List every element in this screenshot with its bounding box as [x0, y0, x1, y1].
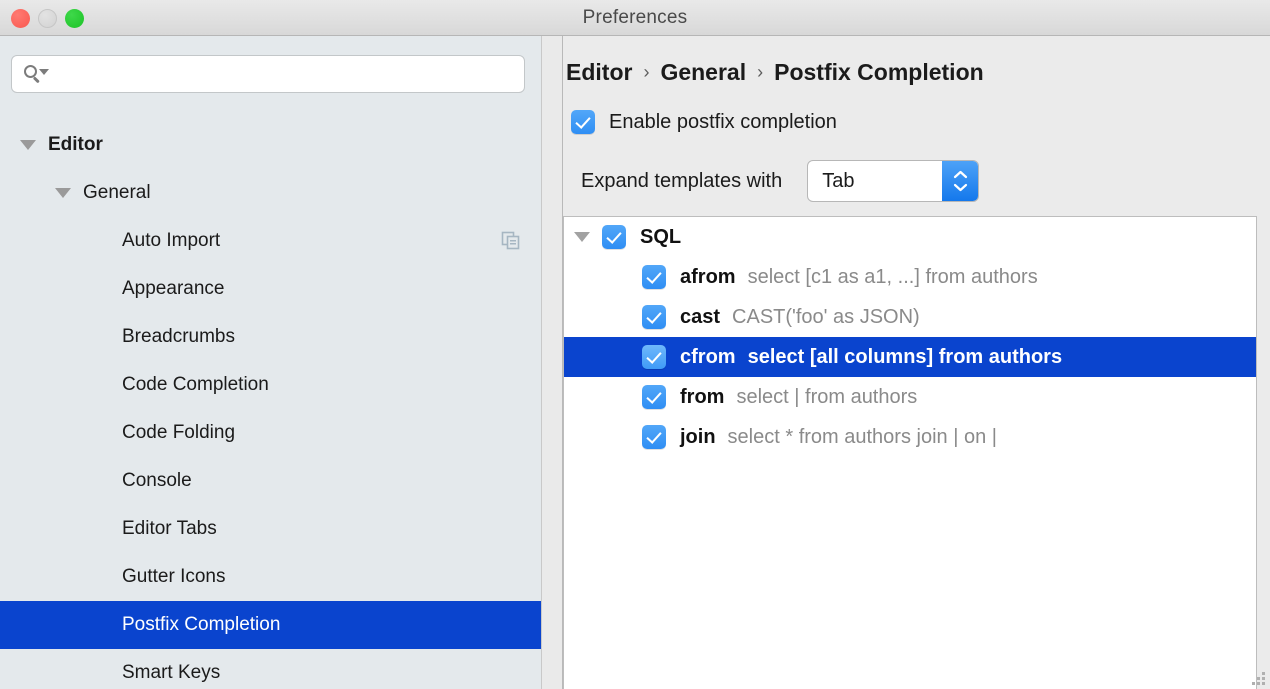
- template-group-row[interactable]: SQL: [564, 217, 1256, 257]
- sidebar-item-breadcrumbs[interactable]: Breadcrumbs: [0, 313, 541, 361]
- template-checkbox[interactable]: [642, 305, 666, 329]
- expand-templates-select[interactable]: Tab: [807, 160, 979, 202]
- template-key: cast: [680, 306, 720, 329]
- sidebar-tree: Editor General Auto Import Appearance Breadc…: [0, 121, 541, 689]
- template-checkbox[interactable]: [642, 265, 666, 289]
- sidebar-item-label: General: [83, 182, 151, 204]
- template-row[interactable]: cfrom select [all columns] from authors: [564, 337, 1256, 377]
- template-description: select | from authors: [736, 386, 917, 409]
- settings-detail-panel: Editor › General › Postfix Completion Enable…: [563, 36, 1270, 689]
- sidebar-item-code-completion[interactable]: Code Completion: [0, 361, 541, 409]
- window-title: Preferences: [0, 0, 1270, 36]
- chevron-up-icon: [953, 170, 968, 179]
- templates-tree-panel[interactable]: SQL afrom select [c1 as a1, ...] from auth…: [563, 216, 1257, 689]
- panel-splitter[interactable]: [541, 36, 563, 689]
- sidebar-item-appearance[interactable]: Appearance: [0, 265, 541, 313]
- sidebar-item-label: Auto Import: [122, 230, 220, 252]
- expand-templates-row: Expand templates with Tab: [581, 160, 979, 202]
- template-row[interactable]: cast CAST('foo' as JSON): [564, 297, 1256, 337]
- template-row[interactable]: from select | from authors: [564, 377, 1256, 417]
- resize-grip[interactable]: [1252, 672, 1266, 686]
- breadcrumb-item[interactable]: General: [660, 59, 746, 86]
- disclosure-triangle-icon[interactable]: [20, 140, 36, 150]
- enable-postfix-checkbox[interactable]: [571, 110, 595, 134]
- expand-templates-value: Tab: [808, 170, 854, 193]
- stepper-arrows-icon[interactable]: [942, 161, 978, 201]
- sidebar-item-auto-import[interactable]: Auto Import: [0, 217, 541, 265]
- breadcrumb-item[interactable]: Editor: [566, 59, 632, 86]
- copy-icon[interactable]: [501, 231, 521, 251]
- template-checkbox[interactable]: [642, 425, 666, 449]
- template-key: from: [680, 386, 724, 409]
- template-row[interactable]: join select * from authors join | on |: [564, 417, 1256, 457]
- sidebar-item-label: Breadcrumbs: [122, 326, 235, 348]
- templates-list: SQL afrom select [c1 as a1, ...] from auth…: [564, 217, 1256, 457]
- chevron-down-icon: [953, 183, 968, 192]
- sidebar-item-editor[interactable]: Editor: [0, 121, 541, 169]
- breadcrumb: Editor › General › Postfix Completion: [566, 55, 984, 89]
- template-description: select [all columns] from authors: [748, 346, 1063, 369]
- breadcrumb-separator: ›: [643, 62, 649, 83]
- sidebar-item-editor-tabs[interactable]: Editor Tabs: [0, 505, 541, 553]
- template-group-name: SQL: [640, 226, 681, 249]
- sidebar-item-postfix-completion[interactable]: Postfix Completion: [0, 601, 541, 649]
- template-key: afrom: [680, 266, 736, 289]
- breadcrumb-separator: ›: [757, 62, 763, 83]
- sidebar-item-label: Code Completion: [122, 374, 269, 396]
- template-description: select * from authors join | on |: [728, 426, 997, 449]
- sidebar-item-label: Gutter Icons: [122, 566, 226, 588]
- sidebar-item-code-folding[interactable]: Code Folding: [0, 409, 541, 457]
- sidebar-item-label: Editor: [48, 134, 103, 156]
- sidebar-item-gutter-icons[interactable]: Gutter Icons: [0, 553, 541, 601]
- breadcrumb-item[interactable]: Postfix Completion: [774, 59, 984, 86]
- disclosure-triangle-icon[interactable]: [574, 232, 590, 242]
- template-description: CAST('foo' as JSON): [732, 306, 920, 329]
- preferences-window: Preferences Editor General Auto Import Appe…: [0, 0, 1270, 689]
- template-checkbox[interactable]: [642, 385, 666, 409]
- disclosure-triangle-icon[interactable]: [55, 188, 71, 198]
- sidebar-item-console[interactable]: Console: [0, 457, 541, 505]
- enable-postfix-label: Enable postfix completion: [609, 111, 837, 134]
- sidebar-item-label: Appearance: [122, 278, 224, 300]
- template-group-checkbox[interactable]: [602, 225, 626, 249]
- template-checkbox[interactable]: [642, 345, 666, 369]
- title-bar: Preferences: [0, 0, 1270, 36]
- sidebar-item-smart-keys[interactable]: Smart Keys: [0, 649, 541, 689]
- template-key: join: [680, 426, 716, 449]
- template-key: cfrom: [680, 346, 736, 369]
- sidebar-item-label: Smart Keys: [122, 662, 220, 684]
- sidebar-item-label: Postfix Completion: [122, 614, 280, 636]
- enable-postfix-row[interactable]: Enable postfix completion: [571, 110, 837, 134]
- sidebar-item-label: Console: [122, 470, 192, 492]
- template-row[interactable]: afrom select [c1 as a1, ...] from authors: [564, 257, 1256, 297]
- settings-sidebar: Editor General Auto Import Appearance Breadc…: [0, 36, 541, 689]
- template-description: select [c1 as a1, ...] from authors: [748, 266, 1038, 289]
- search-input[interactable]: [44, 56, 524, 92]
- expand-templates-label: Expand templates with: [581, 170, 782, 193]
- search-box[interactable]: [11, 55, 525, 93]
- sidebar-item-label: Code Folding: [122, 422, 235, 444]
- search-icon: [24, 64, 44, 84]
- sidebar-item-general[interactable]: General: [0, 169, 541, 217]
- search-field-wrapper: [11, 55, 525, 93]
- sidebar-item-label: Editor Tabs: [122, 518, 217, 540]
